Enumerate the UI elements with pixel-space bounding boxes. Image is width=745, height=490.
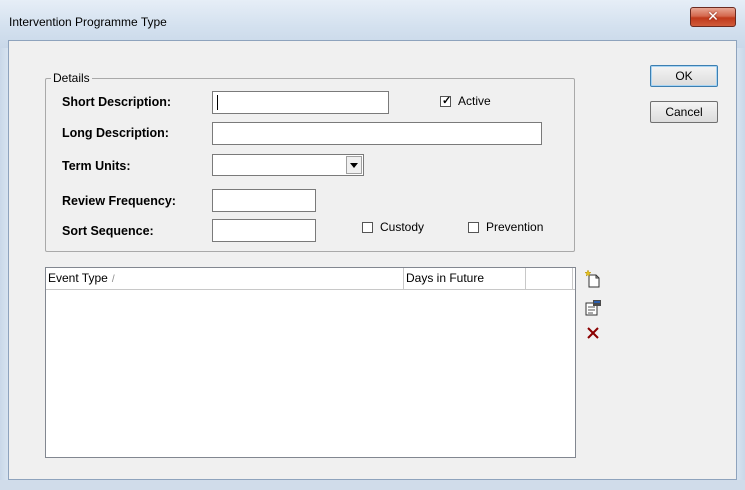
text-caret (217, 95, 218, 110)
properties-icon[interactable] (583, 298, 603, 318)
custody-checkbox-box[interactable] (362, 221, 373, 233)
prevention-checkbox-box[interactable] (468, 221, 479, 233)
term-units-label: Term Units: (62, 159, 131, 173)
term-units-select[interactable] (212, 154, 364, 176)
prevention-checkbox[interactable]: Prevention (468, 220, 543, 234)
sort-sequence-label: Sort Sequence: (62, 224, 154, 238)
column-header-blank[interactable] (526, 268, 573, 289)
close-button[interactable]: ✕ (690, 7, 736, 27)
active-checkbox-label: Active (458, 94, 491, 108)
dialog-window: Intervention Programme Type ✕ Details Sh… (0, 0, 745, 490)
details-legend: Details (51, 71, 92, 85)
review-frequency-label: Review Frequency: (62, 194, 176, 208)
event-types-list[interactable]: Event Type / Days in Future (45, 267, 576, 458)
ok-button[interactable]: OK (650, 65, 718, 87)
long-description-input[interactable] (212, 122, 542, 145)
list-header: Event Type / Days in Future (46, 268, 575, 290)
event-type-header-label: Event Type (48, 271, 108, 285)
new-item-icon[interactable] (583, 269, 603, 289)
sort-sequence-input[interactable] (212, 219, 316, 242)
window-title: Intervention Programme Type (9, 15, 167, 29)
review-frequency-input[interactable] (212, 189, 316, 212)
column-header-days-in-future[interactable]: Days in Future (404, 268, 526, 289)
custody-checkbox[interactable]: Custody (362, 220, 424, 234)
window-frame-right (737, 48, 745, 490)
active-checkbox[interactable]: ✓ Active (440, 94, 491, 108)
days-in-future-header-label: Days in Future (406, 271, 485, 285)
long-description-label: Long Description: (62, 126, 169, 140)
checkmark-icon: ✓ (442, 94, 452, 107)
active-checkbox-box[interactable]: ✓ (440, 94, 452, 107)
short-description-input[interactable] (212, 91, 389, 114)
window-frame-left (0, 48, 8, 490)
sort-indicator-icon: / (111, 274, 115, 285)
window-frame-bottom (0, 480, 745, 490)
term-units-dropdown-button[interactable] (346, 156, 362, 174)
prevention-checkbox-label: Prevention (486, 220, 544, 234)
column-header-event-type[interactable]: Event Type / (46, 268, 404, 289)
chevron-down-icon (350, 162, 358, 168)
cancel-button[interactable]: Cancel (650, 101, 718, 123)
short-description-label: Short Description: (62, 95, 172, 109)
close-icon: ✕ (707, 9, 719, 25)
custody-checkbox-label: Custody (380, 220, 425, 234)
delete-icon[interactable] (583, 323, 603, 343)
